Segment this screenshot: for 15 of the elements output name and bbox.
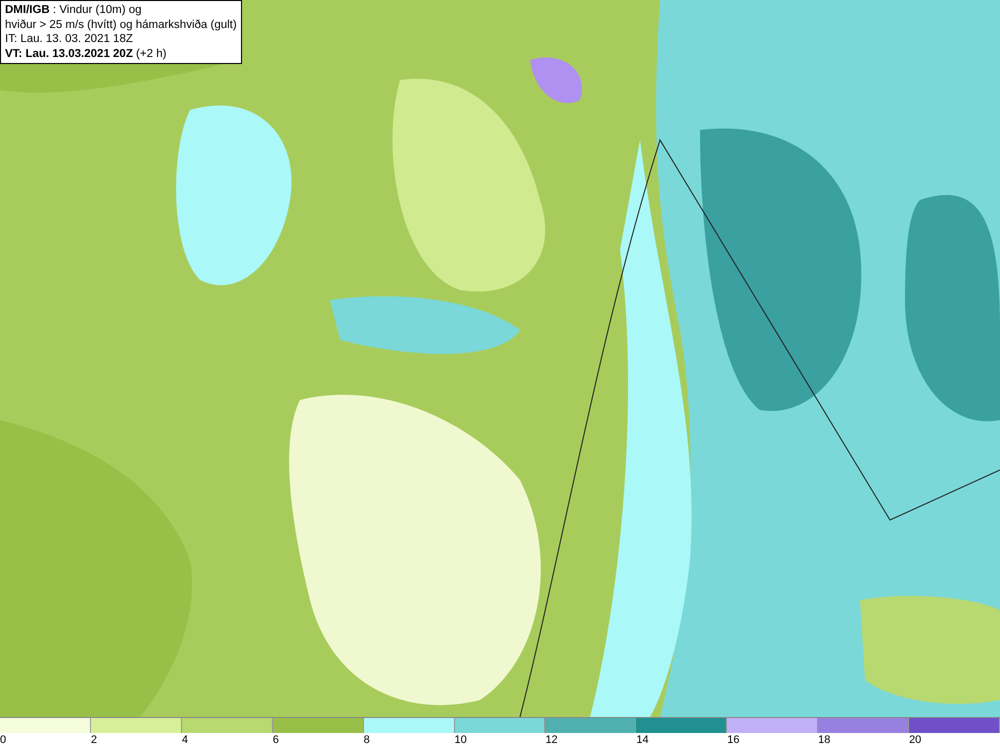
scale-label: 0 — [0, 734, 6, 746]
scale-label: 10 — [454, 734, 467, 746]
caption-text: IT: Lau. 13. 03. 2021 18Z — [5, 32, 134, 46]
caption-text: DMI/IGB : Vindur (10m) og — [5, 3, 143, 18]
scale-label: 12 — [545, 734, 558, 746]
scale-label: 20 — [909, 734, 922, 746]
caption-text: VT: Lau. 13.03.2021 20Z (+2 h) — [5, 46, 168, 61]
scale-label: 2 — [90, 734, 98, 746]
scale-label: 16 — [727, 734, 740, 746]
scale-label: 4 — [182, 734, 188, 746]
scale-label: 18 — [818, 734, 830, 746]
caption-text: hviður > 25 m/s (hvítt) og hámarkshviða (gult) — [5, 18, 237, 32]
scale-label: 8 — [364, 734, 370, 746]
scale-label: 14 — [636, 734, 649, 746]
scale-label: 6 — [272, 734, 279, 746]
